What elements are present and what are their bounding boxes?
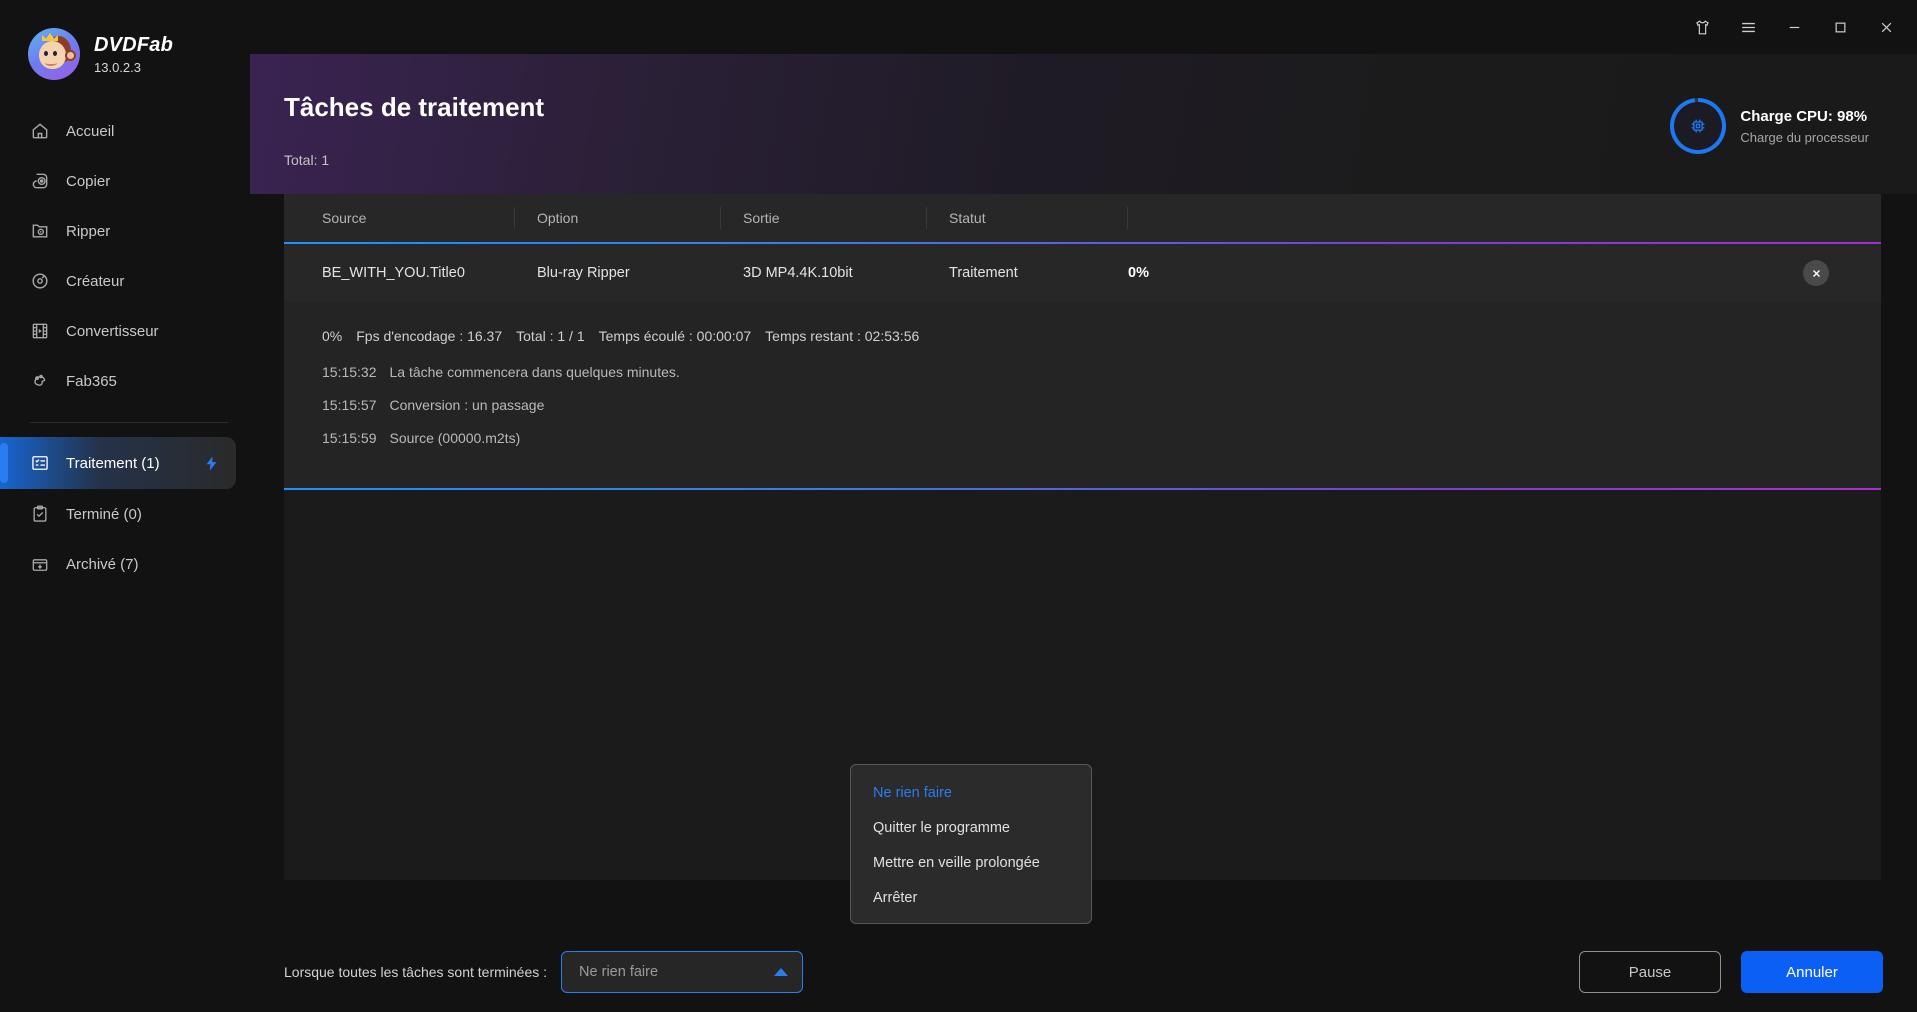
action-buttons: Pause Annuler bbox=[1579, 951, 1883, 993]
log-message: La tâche commencera dans quelques minute… bbox=[389, 364, 680, 380]
log-entry: 15:15:59 Source (00000.m2ts) bbox=[322, 430, 1881, 446]
sidebar-item-label: Créateur bbox=[66, 272, 125, 290]
sidebar-divider bbox=[30, 422, 228, 423]
dropdown-option-ne-rien-faire[interactable]: Ne rien faire bbox=[851, 775, 1091, 810]
column-header-source: Source bbox=[322, 210, 367, 226]
cpu-chip-icon bbox=[1687, 115, 1709, 137]
sidebar-item-label: Copier bbox=[66, 172, 111, 190]
log-time: 15:15:57 bbox=[322, 397, 377, 413]
close-icon[interactable] bbox=[1803, 260, 1829, 286]
pause-button[interactable]: Pause bbox=[1579, 951, 1721, 993]
cell-source: BE_WITH_YOU.Title0 bbox=[322, 265, 465, 281]
stat-total: Total : 1 / 1 bbox=[516, 328, 585, 344]
sidebar-item-label: Traitement (1) bbox=[66, 454, 160, 472]
cell-statut: Traitement bbox=[949, 265, 1018, 281]
app-version: 13.0.2.3 bbox=[94, 59, 141, 75]
disc-copy-icon bbox=[30, 171, 50, 191]
sidebar-item-label: Archivé (7) bbox=[66, 555, 139, 573]
sidebar-item-createur[interactable]: Créateur bbox=[0, 256, 250, 306]
task-list-icon bbox=[30, 453, 50, 473]
close-icon[interactable] bbox=[1863, 5, 1909, 49]
card-accent-line bbox=[284, 488, 1881, 490]
select-value: Ne rien faire bbox=[579, 964, 659, 980]
task-stats-line: 0% Fps d'encodage : 16.37 Total : 1 / 1 … bbox=[322, 328, 1881, 344]
table-header-row: Source Option Sortie Statut bbox=[284, 194, 1881, 242]
disc-creator-icon bbox=[30, 271, 50, 291]
sidebar-item-label: Terminé (0) bbox=[66, 505, 142, 523]
dropdown-option-quitter[interactable]: Quitter le programme bbox=[851, 810, 1091, 845]
completion-action-label: Lorsque toutes les tâches sont terminées… bbox=[284, 964, 548, 980]
dropdown-option-arreter[interactable]: Arrêter bbox=[851, 880, 1091, 915]
sidebar-item-termine[interactable]: Terminé (0) bbox=[0, 489, 250, 539]
completion-action-select[interactable]: Ne rien faire bbox=[561, 951, 804, 993]
archive-box-icon bbox=[30, 554, 50, 574]
task-log-panel: 0% Fps d'encodage : 16.37 Total : 1 / 1 … bbox=[284, 302, 1881, 488]
sidebar-item-fab365[interactable]: Fab365 bbox=[0, 356, 250, 406]
menu-icon[interactable] bbox=[1725, 5, 1771, 49]
cell-progress: 0% bbox=[1128, 265, 1149, 281]
cpu-progress-ring bbox=[1670, 98, 1727, 154]
home-icon bbox=[30, 121, 50, 141]
log-message: Conversion : un passage bbox=[389, 397, 545, 413]
table-row[interactable]: BE_WITH_YOU.Title0 Blu-ray Ripper 3D MP4… bbox=[284, 244, 1881, 302]
fab365-paw-icon bbox=[30, 371, 50, 391]
column-header-option: Option bbox=[537, 210, 579, 226]
cell-sortie: 3D MP4.4K.10bit bbox=[743, 265, 853, 281]
sidebar-nav: Accueil Copier Ripper Créateur Convertis… bbox=[0, 106, 250, 589]
column-divider bbox=[1127, 207, 1128, 229]
log-message: Source (00000.m2ts) bbox=[389, 430, 521, 446]
task-card: Source Option Sortie Statut BE_WITH_YOU.… bbox=[284, 194, 1881, 490]
clipboard-check-icon bbox=[30, 504, 50, 524]
log-time: 15:15:32 bbox=[322, 364, 377, 380]
stat-remaining: Temps restant : 02:53:56 bbox=[765, 328, 920, 344]
rip-folder-icon bbox=[30, 221, 50, 241]
sidebar-item-traitement[interactable]: Traitement (1) bbox=[0, 437, 236, 489]
log-entry: 15:15:32 La tâche commencera dans quelqu… bbox=[322, 364, 1881, 380]
sidebar-item-ripper[interactable]: Ripper bbox=[0, 206, 250, 256]
cancel-button[interactable]: Annuler bbox=[1741, 951, 1883, 993]
sidebar-item-archive[interactable]: Archivé (7) bbox=[0, 539, 250, 589]
cpu-load-widget: Charge CPU: 98% Charge du processeur bbox=[1670, 98, 1869, 154]
theme-shirt-icon[interactable] bbox=[1679, 5, 1725, 49]
stat-fps: Fps d'encodage : 16.37 bbox=[356, 328, 503, 344]
sidebar-item-label: Accueil bbox=[66, 122, 115, 140]
titlebar bbox=[250, 0, 1917, 54]
cpu-load-value: Charge CPU: 98% bbox=[1740, 107, 1868, 125]
cell-option: Blu-ray Ripper bbox=[537, 265, 630, 281]
dropdown-option-veille[interactable]: Mettre en veille prolongée bbox=[851, 845, 1091, 880]
page-title: Tâches de traitement bbox=[284, 92, 545, 122]
task-total: Total: 1 bbox=[284, 152, 330, 168]
page-header: Tâches de traitement Total: 1 Charge CPU… bbox=[250, 54, 1917, 194]
stat-elapsed: Temps écoulé : 00:00:07 bbox=[598, 328, 752, 344]
sidebar-item-label: Fab365 bbox=[66, 372, 117, 390]
sidebar-item-accueil[interactable]: Accueil bbox=[0, 106, 250, 156]
stat-progress: 0% bbox=[322, 328, 343, 344]
sidebar-item-label: Ripper bbox=[66, 222, 111, 240]
sidebar-item-label: Convertisseur bbox=[66, 322, 159, 340]
sidebar-item-copier[interactable]: Copier bbox=[0, 156, 250, 206]
dvdfab-window: DVDFab 13.0.2.3 Accueil Copier Ripper Cr… bbox=[0, 0, 1917, 1012]
maximize-icon[interactable] bbox=[1817, 5, 1863, 49]
lightning-icon bbox=[203, 455, 220, 472]
app-logo-icon bbox=[28, 28, 80, 80]
log-entry: 15:15:57 Conversion : un passage bbox=[322, 397, 1881, 413]
log-time: 15:15:59 bbox=[322, 430, 377, 446]
minimize-icon[interactable] bbox=[1771, 5, 1817, 49]
column-header-statut: Statut bbox=[949, 210, 986, 226]
main-pane: Tâches de traitement Total: 1 Charge CPU… bbox=[250, 0, 1917, 1012]
chevron-up-icon bbox=[774, 968, 789, 976]
completion-action-dropdown[interactable]: Ne rien faire Quitter le programme Mettr… bbox=[850, 764, 1092, 924]
cpu-load-caption: Charge du processeur bbox=[1740, 129, 1869, 145]
column-header-sortie: Sortie bbox=[743, 210, 780, 226]
film-strip-icon bbox=[30, 321, 50, 341]
row-close-cell bbox=[1328, 260, 1881, 286]
sidebar-item-convertisseur[interactable]: Convertisseur bbox=[0, 306, 250, 356]
brand-name: DVDFab bbox=[94, 33, 173, 56]
bottom-bar: Lorsque toutes les tâches sont terminées… bbox=[250, 932, 1917, 1012]
brand: DVDFab 13.0.2.3 bbox=[0, 0, 250, 80]
sidebar: DVDFab 13.0.2.3 Accueil Copier Ripper Cr… bbox=[0, 0, 250, 1012]
